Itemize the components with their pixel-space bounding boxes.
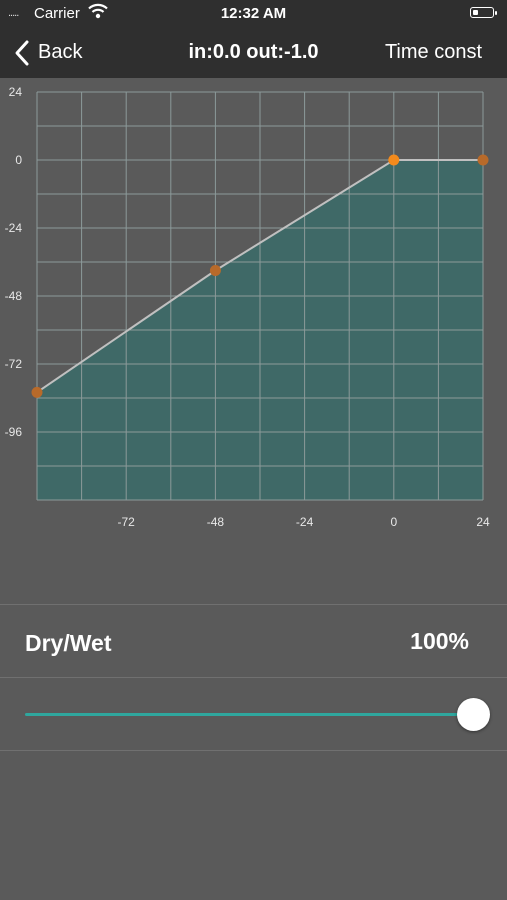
x-tick-label: -72	[118, 515, 136, 529]
y-tick-label: -24	[5, 221, 23, 235]
y-tick-label: 0	[15, 153, 22, 167]
divider	[0, 750, 507, 751]
clock: 12:32 AM	[220, 5, 287, 22]
curve-point[interactable]	[31, 386, 43, 398]
slider-thumb[interactable]	[457, 698, 490, 731]
y-tick-label: 24	[9, 85, 23, 99]
x-tick-label: -24	[296, 515, 314, 529]
y-tick-label: -96	[5, 425, 23, 439]
status-bar: ..... Carrier 12:32 AM	[0, 0, 507, 28]
slider-track	[25, 713, 483, 716]
x-tick-label: 24	[476, 515, 490, 529]
x-axis-labels: -72 -48 -24 0 24	[118, 515, 490, 529]
divider	[0, 604, 507, 605]
y-tick-label: -48	[5, 289, 23, 303]
curve-point[interactable]	[209, 265, 221, 276]
x-tick-label: -48	[207, 515, 225, 529]
curve-point-active[interactable]	[388, 154, 400, 166]
drywet-slider[interactable]	[25, 698, 490, 732]
battery-icon	[470, 7, 497, 18]
divider	[0, 677, 507, 678]
drywet-value: 100%	[410, 628, 469, 654]
time-const-button[interactable]: Time const	[385, 41, 482, 64]
curve-point[interactable]	[477, 154, 489, 166]
x-tick-label: 0	[390, 515, 397, 529]
y-tick-label: -72	[5, 357, 23, 371]
drywet-label: Dry/Wet	[25, 630, 112, 656]
y-axis-labels: 24 0 -24 -48 -72 -96	[5, 85, 23, 439]
navigation-bar: Back in:0.0 out:-1.0 Time const	[0, 28, 507, 78]
transfer-curve-chart[interactable]: 24 0 -24 -48 -72 -96 -72 -48 -24 0 24	[0, 78, 507, 538]
